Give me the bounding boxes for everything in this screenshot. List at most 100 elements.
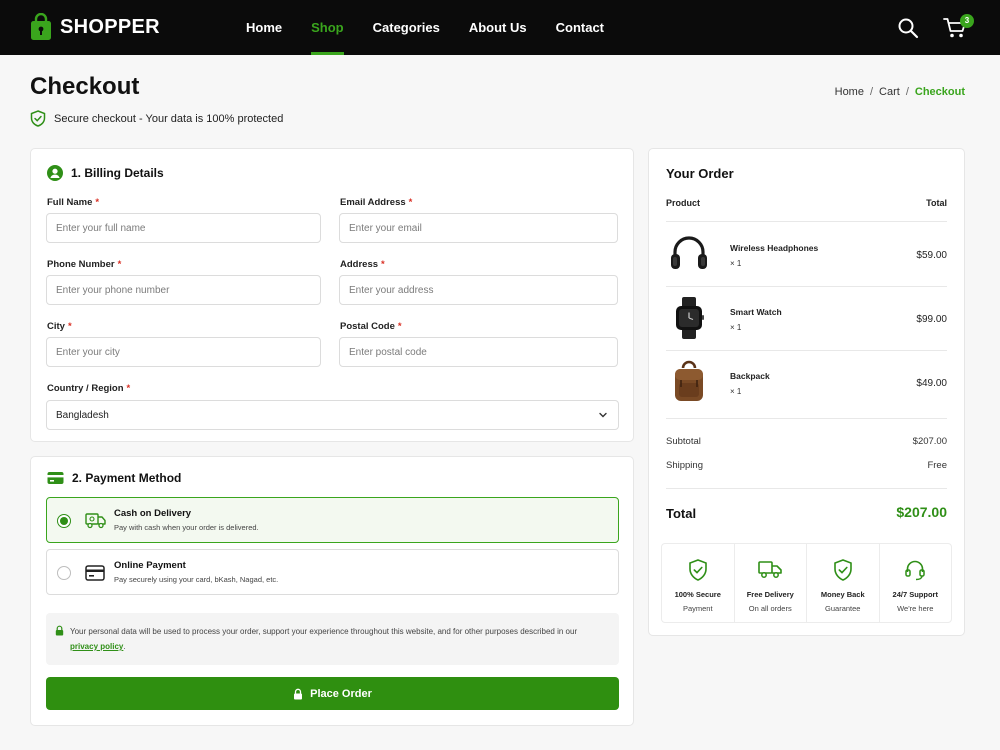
payment-option-title: Online Payment — [114, 560, 186, 571]
required-mark: * — [95, 197, 100, 208]
item-price: $59.00 — [916, 250, 947, 261]
trust-badges: 100% Secure Payment Free Delivery On all… — [661, 543, 952, 623]
item-qty: × 1 — [730, 259, 742, 268]
headset-icon — [905, 560, 925, 581]
lock-icon — [55, 625, 64, 636]
credit-card-icon — [47, 472, 64, 484]
divider — [666, 488, 947, 489]
breadcrumb-home[interactable]: Home — [835, 86, 864, 98]
country-select[interactable]: Bangladesh — [46, 400, 619, 430]
billing-section-title: 1. Billing Details — [71, 166, 164, 180]
cash-delivery-icon — [85, 513, 106, 529]
column-header-total: Total — [926, 198, 947, 208]
address-input[interactable] — [339, 275, 618, 305]
payment-option-title: Cash on Delivery — [114, 508, 192, 519]
badge-subtitle: We're here — [897, 604, 934, 613]
payment-option-desc: Pay securely using your card, bKash, Nag… — [114, 575, 279, 584]
breadcrumb-separator: / — [905, 86, 909, 98]
payment-section-title: 2. Payment Method — [72, 471, 182, 485]
truck-icon — [758, 561, 783, 578]
badge-subtitle: Guarantee — [825, 604, 861, 613]
headphones-icon — [671, 236, 707, 269]
badge-check-icon — [833, 559, 852, 581]
search-icon[interactable] — [897, 17, 919, 39]
item-price: $99.00 — [916, 314, 947, 325]
badge-title: 100% Secure — [674, 590, 721, 599]
item-qty: × 1 — [730, 387, 742, 396]
item-name: Smart Watch — [730, 307, 782, 317]
item-price: $49.00 — [916, 378, 947, 389]
page-title: Checkout — [30, 73, 140, 100]
billing-details-card: 1. Billing Details Full Name* Email Addr… — [30, 148, 634, 442]
required-mark: * — [67, 321, 72, 332]
privacy-text-body: Your personal data will be used to proce… — [70, 627, 578, 636]
full-name-input[interactable] — [46, 213, 321, 243]
email-input[interactable] — [339, 213, 618, 243]
item-qty: × 1 — [730, 323, 742, 332]
breadcrumb-separator: / — [869, 86, 874, 98]
trust-badge-secure: 100% Secure Payment — [662, 544, 735, 622]
secure-checkout-note: Secure checkout - Your data is 100% prot… — [30, 110, 283, 127]
order-summary-title: Your Order — [666, 166, 734, 181]
phone-label-text: Phone Number — [47, 259, 115, 270]
shield-check-icon — [688, 559, 707, 581]
subtotal-value: $207.00 — [912, 436, 947, 447]
full-name-label-text: Full Name — [47, 197, 93, 208]
badge-subtitle: Payment — [682, 604, 713, 613]
city-label: City * — [47, 321, 72, 332]
badge-title: 24/7 Support — [892, 590, 938, 599]
nav-about-us[interactable]: About Us — [469, 0, 527, 55]
brand-logo[interactable]: SHOPPER — [30, 13, 160, 41]
item-name: Backpack — [730, 371, 770, 381]
nav-home[interactable]: Home — [246, 0, 282, 55]
nav-shop[interactable]: Shop — [311, 0, 344, 55]
column-header-product: Product — [666, 198, 701, 208]
radio-selected[interactable] — [57, 514, 71, 528]
subtotal-label: Subtotal — [666, 436, 701, 447]
postal-code-input[interactable] — [339, 337, 618, 367]
shipping-value: Free — [927, 460, 947, 471]
country-label-text: Country / Region — [47, 383, 124, 394]
place-order-label: Place Order — [310, 687, 372, 700]
full-name-label: Full Name * — [47, 197, 99, 208]
badge-subtitle: On all orders — [748, 604, 792, 613]
required-mark: * — [117, 259, 122, 270]
payment-option-online-payment[interactable]: Online Payment Pay securely using your c… — [46, 549, 619, 595]
chevron-down-icon — [599, 412, 607, 418]
divider — [666, 418, 947, 419]
badge-title: Free Delivery — [746, 590, 794, 599]
order-summary-card: Your Order Product Total Wireless Headph… — [648, 148, 965, 636]
nav-contact[interactable]: Contact — [556, 0, 604, 55]
trust-badge-support: 24/7 Support We're here — [880, 544, 952, 622]
required-mark: * — [397, 321, 402, 332]
radio-unselected[interactable] — [57, 566, 71, 580]
shipping-label: Shipping — [666, 460, 703, 471]
shield-check-icon — [30, 110, 46, 127]
breadcrumb: Home / Cart / Checkout — [835, 86, 965, 98]
billing-section-header: 1. Billing Details — [47, 165, 164, 181]
phone-input[interactable] — [46, 275, 321, 305]
item-name: Wireless Headphones — [730, 243, 819, 253]
payment-section-header: 2. Payment Method — [47, 471, 181, 485]
secure-note-text: Secure checkout - Your data is 100% prot… — [54, 112, 284, 125]
backpack-icon — [675, 360, 703, 401]
order-item: Smart Watch × 1 $99.00 — [666, 287, 947, 351]
postal-code-label-text: Postal Code — [340, 321, 395, 332]
payment-option-cash-on-delivery[interactable]: Cash on Delivery Pay with cash when your… — [46, 497, 619, 543]
city-label-text: City — [47, 321, 65, 332]
nav-categories[interactable]: Categories — [373, 0, 440, 55]
breadcrumb-cart[interactable]: Cart — [879, 86, 900, 98]
city-input[interactable] — [46, 337, 321, 367]
divider — [666, 221, 947, 222]
main-nav: Home Shop Categories About Us Contact — [246, 0, 633, 55]
trust-badge-money-back: Money Back Guarantee — [807, 544, 880, 622]
total-value: $207.00 — [896, 504, 947, 520]
place-order-button[interactable]: Place Order — [46, 677, 619, 710]
order-item: Backpack × 1 $49.00 — [666, 351, 947, 415]
required-mark: * — [408, 197, 413, 208]
total-row: Total $207.00 — [666, 504, 947, 523]
badge-title: Money Back — [820, 590, 865, 599]
country-label: Country / Region * — [47, 383, 130, 394]
country-select-value: Bangladesh — [56, 409, 109, 421]
privacy-policy-link[interactable]: privacy policy — [70, 642, 123, 651]
